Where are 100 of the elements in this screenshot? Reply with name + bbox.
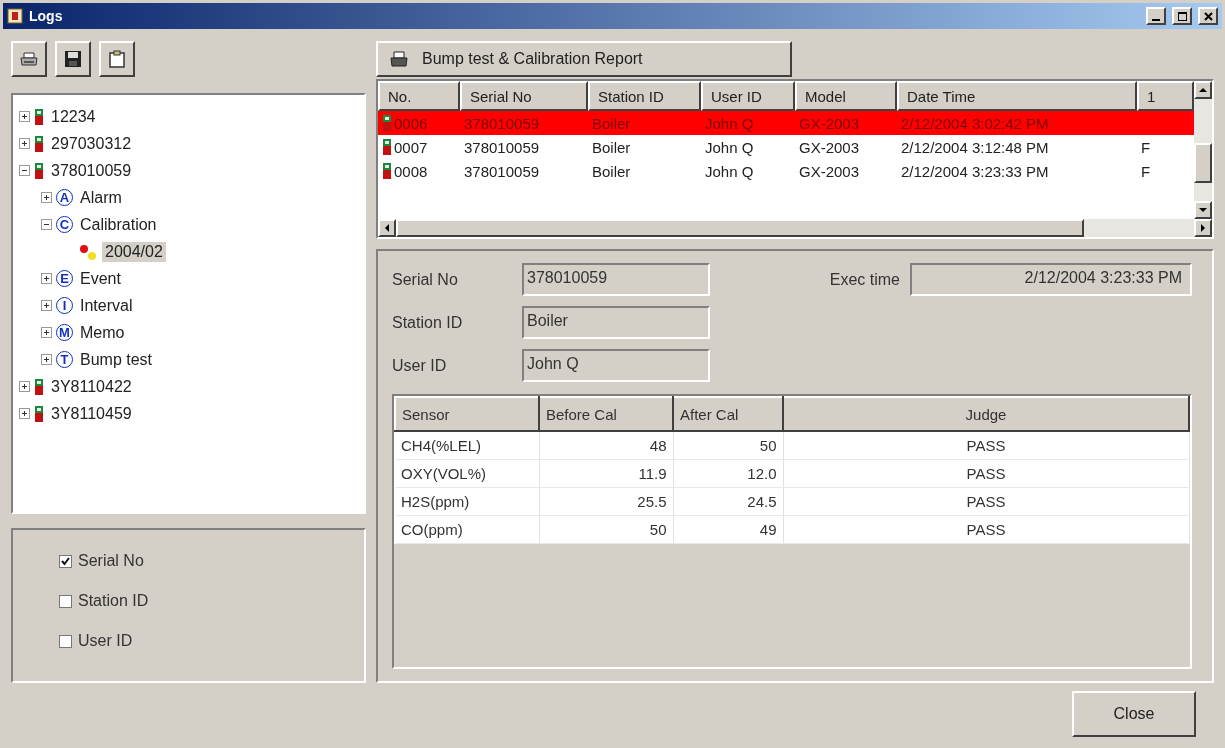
close-icon xyxy=(1202,10,1214,22)
report-button[interactable]: Bump test & Calibration Report xyxy=(376,41,792,77)
scroll-thumb[interactable] xyxy=(1194,143,1212,183)
device-icon xyxy=(34,135,44,152)
table-cell: 49 xyxy=(673,515,783,544)
column-header[interactable]: Serial No xyxy=(460,81,588,111)
close-button[interactable]: Close xyxy=(1072,691,1196,737)
table-cell: 11.9 xyxy=(539,459,673,488)
tree-item[interactable]: Event xyxy=(77,268,124,289)
table-cell: 24.5 xyxy=(673,487,783,516)
expander-plus-icon[interactable] xyxy=(41,327,52,338)
tree-item[interactable]: 297030312 xyxy=(48,133,135,154)
expander-plus-icon[interactable] xyxy=(41,273,52,284)
tree-item[interactable]: Alarm xyxy=(77,187,125,208)
list-cell: John Q xyxy=(705,114,754,132)
table-cell: 12.0 xyxy=(673,459,783,488)
print-button[interactable] xyxy=(11,41,47,77)
column-header[interactable]: Station ID xyxy=(588,81,701,111)
checkbox[interactable] xyxy=(59,594,72,608)
column-header[interactable]: Judge xyxy=(783,397,1189,431)
tree-item[interactable]: Calibration xyxy=(77,214,160,235)
expander-plus-icon[interactable] xyxy=(41,192,52,203)
clipboard-button[interactable] xyxy=(99,41,135,77)
save-button[interactable] xyxy=(55,41,91,77)
minimize-button[interactable] xyxy=(1146,7,1166,25)
table-cell: OXY(VOL%) xyxy=(395,459,539,488)
list-cell: Boiler xyxy=(592,114,631,132)
list-row[interactable]: 0007 378010059 Boiler John Q GX-2003 2/12/2004 3:12:48 PM F xyxy=(378,135,1194,159)
expander-plus-icon[interactable] xyxy=(41,300,52,311)
dots-icon xyxy=(78,242,98,261)
scroll-left-button[interactable] xyxy=(378,219,396,237)
table-cell: 50 xyxy=(539,515,673,544)
checkbox[interactable] xyxy=(59,634,72,648)
tree-item[interactable]: 378010059 xyxy=(48,160,135,181)
device-icon xyxy=(34,108,44,125)
scroll-left-icon xyxy=(383,224,391,232)
checkbox-label[interactable]: Serial No xyxy=(78,552,144,570)
column-header[interactable]: Sensor xyxy=(395,397,539,431)
expander-plus-icon[interactable] xyxy=(19,138,30,149)
expander-plus-icon[interactable] xyxy=(19,408,30,419)
scroll-up-icon xyxy=(1199,86,1207,94)
column-header[interactable]: Before Cal xyxy=(539,397,673,431)
scroll-up-button[interactable] xyxy=(1194,81,1212,99)
checkbox[interactable] xyxy=(59,554,72,568)
tree-item[interactable]: 3Y8110422 xyxy=(48,376,135,397)
list-cell: 378010059 xyxy=(464,138,540,156)
maximize-button[interactable] xyxy=(1172,7,1192,25)
scroll-down-button[interactable] xyxy=(1194,201,1212,219)
list-cell: 378010059 xyxy=(464,162,540,180)
list-cell: GX-2003 xyxy=(799,114,860,132)
list-cell: Boiler xyxy=(592,138,631,156)
expander-minus-icon[interactable] xyxy=(41,219,52,230)
list-cell: 2/12/2004 3:23:33 PM xyxy=(901,162,1049,180)
scroll-down-icon xyxy=(1199,206,1207,214)
maximize-icon xyxy=(1176,10,1188,22)
tree-item[interactable]: 12234 xyxy=(48,106,99,127)
close-button[interactable] xyxy=(1198,7,1218,25)
device-icon xyxy=(382,163,392,179)
tree-item[interactable]: Interval xyxy=(77,295,136,316)
column-header[interactable]: User ID xyxy=(701,81,795,111)
column-header[interactable]: 1 xyxy=(1137,81,1194,111)
table-cell: H2S(ppm) xyxy=(395,487,539,516)
tree-item[interactable]: 3Y8110459 xyxy=(48,403,135,424)
print-icon xyxy=(390,51,408,67)
column-header[interactable]: No. xyxy=(378,81,460,111)
list-cell: F xyxy=(1141,138,1151,156)
table-cell: 48 xyxy=(539,431,673,460)
window-title: Logs xyxy=(29,8,63,24)
expander-minus-icon[interactable] xyxy=(19,165,30,176)
list-cell: Boiler xyxy=(592,162,631,180)
column-header[interactable]: Model xyxy=(795,81,897,111)
scroll-right-button[interactable] xyxy=(1194,219,1212,237)
table-cell: PASS xyxy=(783,515,1189,544)
expander-plus-icon[interactable] xyxy=(19,111,30,122)
table-cell: CO(ppm) xyxy=(395,515,539,544)
column-header[interactable]: After Cal xyxy=(673,397,783,431)
table-cell: PASS xyxy=(783,487,1189,516)
readonly-field: Boiler xyxy=(522,306,710,339)
scroll-right-icon xyxy=(1199,224,1207,232)
checkbox-label[interactable]: User ID xyxy=(78,632,133,650)
expander-plus-icon[interactable] xyxy=(19,381,30,392)
tree-item[interactable]: Memo xyxy=(77,322,128,343)
checkbox-label[interactable]: Station ID xyxy=(78,592,149,610)
list-cell: John Q xyxy=(705,162,754,180)
tree-item[interactable]: 2004/02 xyxy=(102,241,166,262)
expander-plus-icon[interactable] xyxy=(41,354,52,365)
list-row[interactable]: 0008 378010059 Boiler John Q GX-2003 2/12/2004 3:23:33 PM F xyxy=(378,159,1194,183)
list-cell: 2/12/2004 3:02:42 PM xyxy=(901,114,1049,132)
list-cell: 0006 xyxy=(394,114,428,132)
list-cell: F xyxy=(1141,162,1151,180)
field-label: Serial No xyxy=(392,270,459,289)
field-label: Exec time xyxy=(829,270,900,289)
tree-item[interactable]: Bump test xyxy=(77,349,156,370)
device-icon xyxy=(382,139,392,155)
scroll-thumb[interactable] xyxy=(396,219,1084,237)
column-header[interactable]: Date Time xyxy=(897,81,1137,111)
list-cell: 378010059 xyxy=(464,114,540,132)
save-icon xyxy=(64,50,82,68)
list-cell: 2/12/2004 3:12:48 PM xyxy=(901,138,1049,156)
readonly-field: 2/12/2004 3:23:33 PM xyxy=(910,263,1192,296)
